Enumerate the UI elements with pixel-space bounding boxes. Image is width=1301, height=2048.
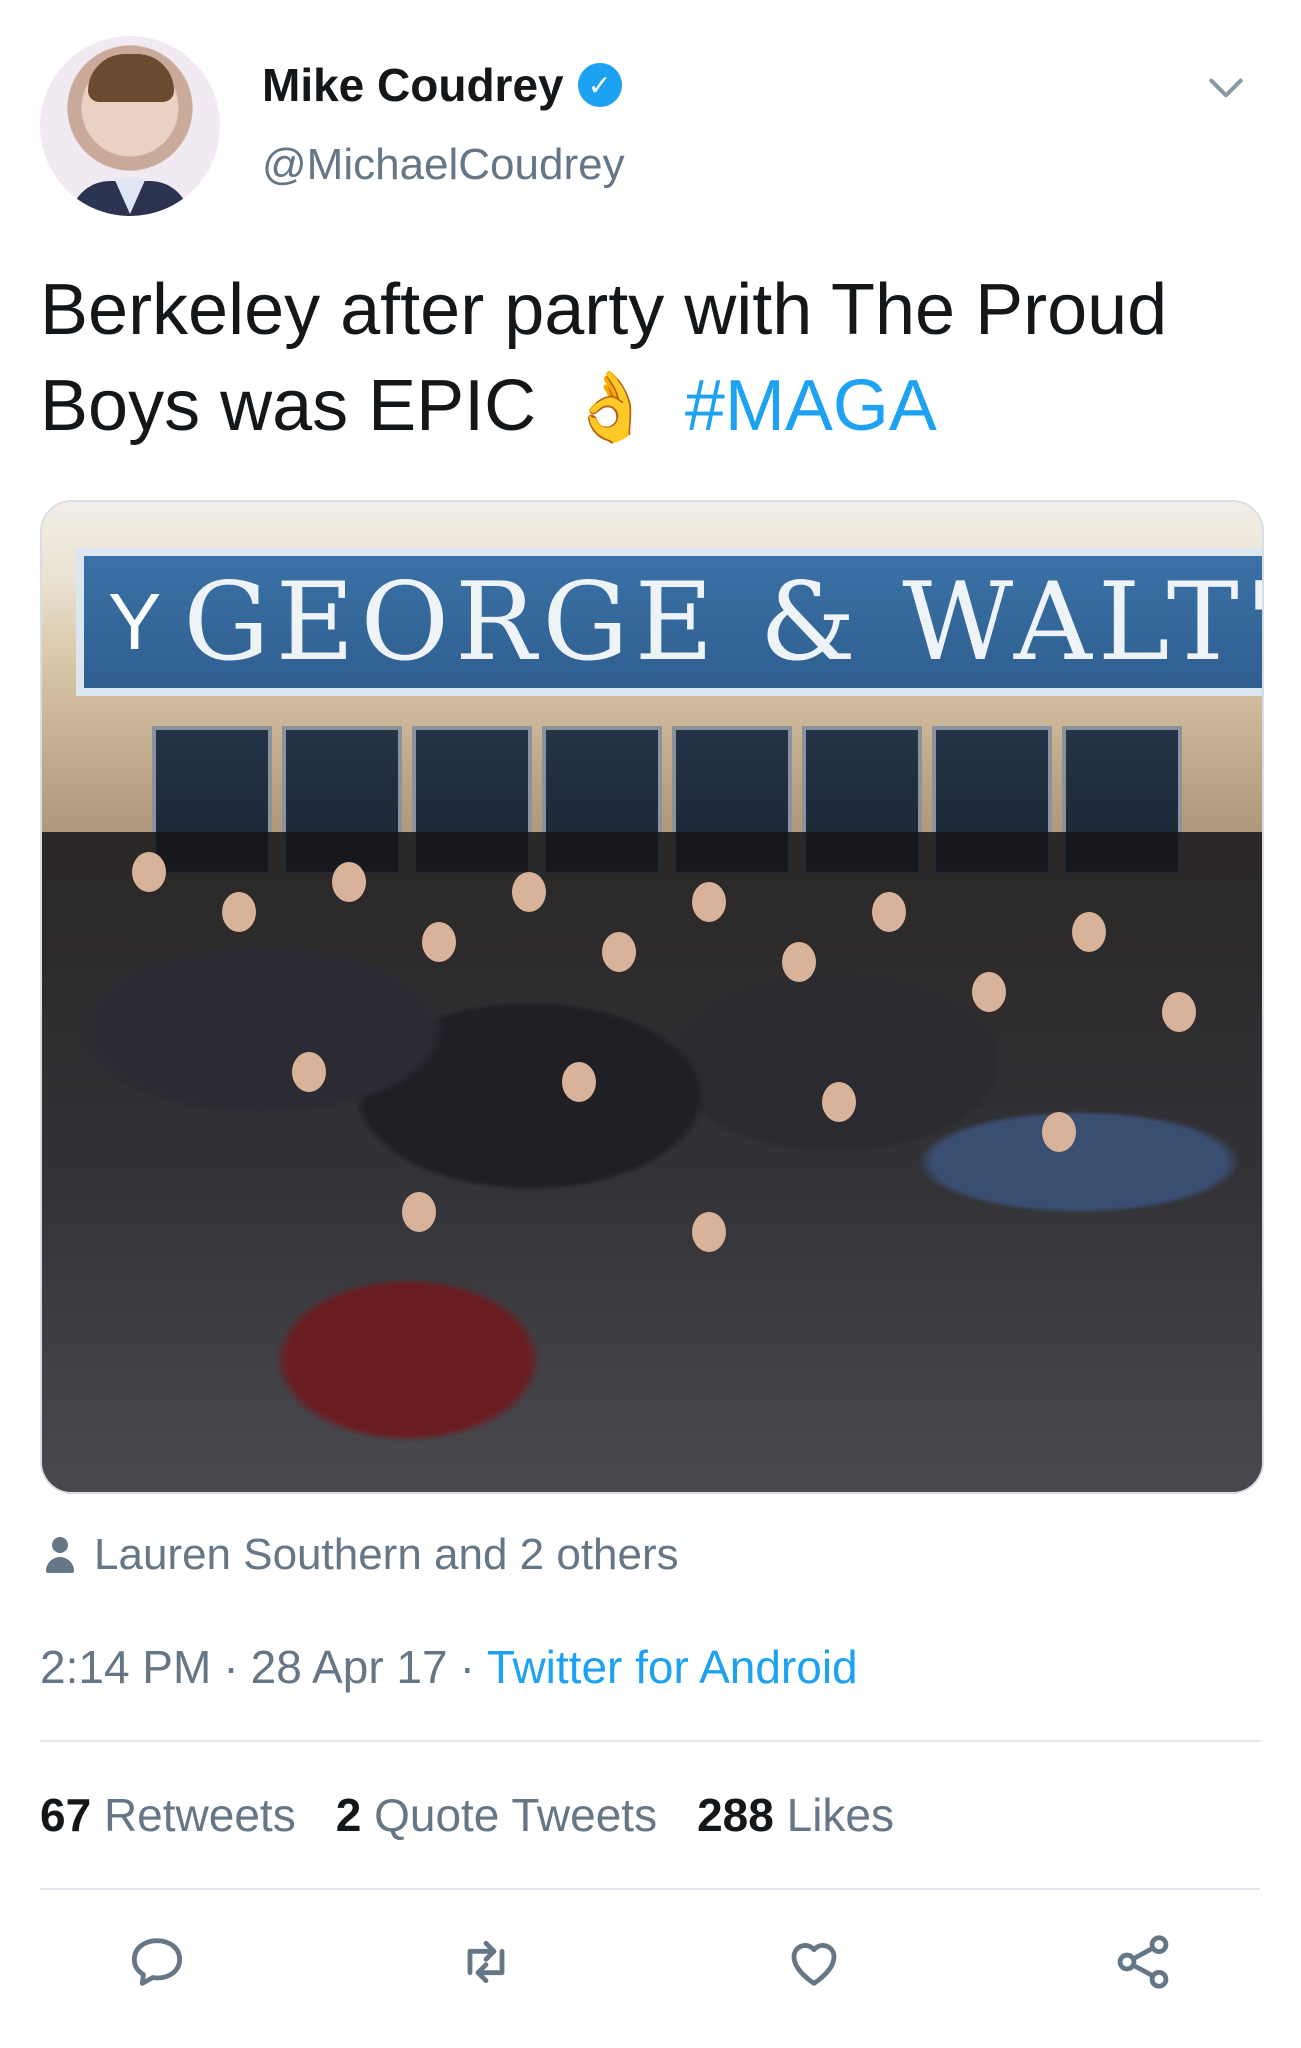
tweet-time: 2:14 PM: [40, 1641, 212, 1693]
reply-icon[interactable]: [125, 1930, 189, 1994]
name-row: Mike Coudrey ✓: [262, 58, 622, 112]
likes-label: Likes: [786, 1789, 894, 1841]
retweet-icon[interactable]: [454, 1930, 518, 1994]
likes-count: 288: [697, 1789, 774, 1841]
author-handle[interactable]: @MichaelCoudrey: [262, 140, 625, 190]
share-icon[interactable]: [1111, 1930, 1175, 1994]
verified-badge-icon: ✓: [577, 63, 622, 107]
face: [602, 932, 636, 972]
social-context[interactable]: Lauren Southern and 2 others: [44, 1530, 679, 1580]
tweet-header: Mike Coudrey ✓ @MichaelCoudrey: [40, 36, 1260, 216]
face: [822, 1082, 856, 1122]
retweets-count: 67: [40, 1789, 92, 1841]
likes-stat[interactable]: 288 Likes: [697, 1788, 894, 1842]
face: [512, 872, 546, 912]
avatar-hair: [88, 54, 174, 102]
bar-sign: Y GEORGE & WALT'S: [76, 548, 1264, 696]
tweet-meta: 2:14 PM · 28 Apr 17 · Twitter for Androi…: [40, 1640, 858, 1694]
quote-tweets-count: 2: [335, 1789, 362, 1841]
quote-tweets-stat[interactable]: 2 Quote Tweets: [336, 1788, 657, 1842]
face: [332, 862, 366, 902]
divider: [40, 1888, 1260, 1890]
tweet-stats: 67 Retweets 2 Quote Tweets 288 Likes: [40, 1788, 894, 1842]
like-icon[interactable]: [782, 1930, 846, 1994]
cocktail-glass-icon: Y: [108, 577, 162, 666]
retweets-stat[interactable]: 67 Retweets: [40, 1788, 296, 1842]
face: [562, 1062, 596, 1102]
social-context-text: Lauren Southern and 2 others: [94, 1530, 679, 1579]
meta-separator: ·: [223, 1641, 239, 1693]
avatar[interactable]: [40, 36, 220, 216]
face: [1072, 912, 1106, 952]
chevron-down-icon[interactable]: [1204, 66, 1248, 110]
face: [1162, 992, 1196, 1032]
face: [222, 892, 256, 932]
face: [692, 1212, 726, 1252]
tweet-source-link[interactable]: Twitter for Android: [487, 1640, 858, 1694]
face: [132, 852, 166, 892]
face: [692, 882, 726, 922]
face: [782, 942, 816, 982]
hashtag-link[interactable]: #MAGA: [685, 366, 937, 446]
author-name[interactable]: Mike Coudrey: [262, 58, 564, 112]
quote-tweets-label: Quote Tweets: [374, 1789, 658, 1841]
action-bar: [40, 1930, 1260, 1994]
person-icon: [44, 1535, 76, 1575]
ok-hand-emoji-icon: 👌: [568, 369, 653, 445]
tweet-text: Berkeley after party with The Proud Boys…: [40, 262, 1260, 455]
face: [872, 892, 906, 932]
retweets-label: Retweets: [103, 1789, 296, 1841]
tweet-date: 28 Apr 17: [250, 1641, 448, 1693]
face: [422, 922, 456, 962]
divider: [40, 1740, 1260, 1742]
face: [1042, 1112, 1076, 1152]
face: [292, 1052, 326, 1092]
face: [402, 1192, 436, 1232]
bar-sign-text: GEORGE & WALT'S: [183, 559, 1264, 685]
group-of-people: [42, 832, 1262, 1492]
face: [972, 972, 1006, 1012]
tweet-photo[interactable]: Y GEORGE & WALT'S: [40, 500, 1264, 1494]
meta-separator: ·: [459, 1641, 475, 1693]
